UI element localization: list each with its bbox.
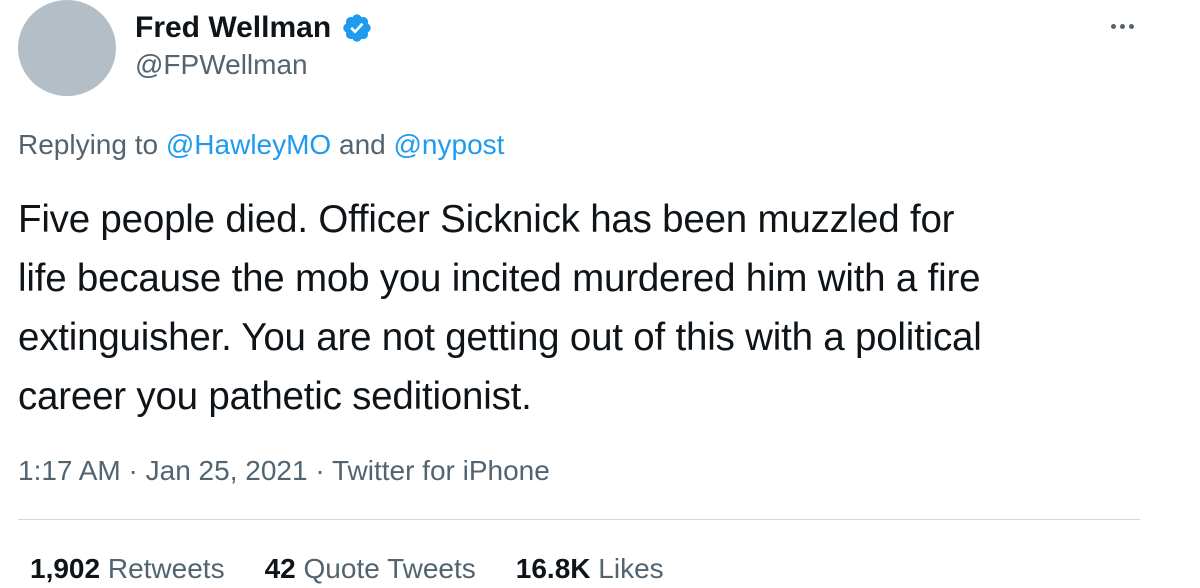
retweets-count: 1,902 — [30, 553, 101, 584]
dot — [1128, 23, 1134, 29]
tweet-stats: 1,902 Retweets 42 Quote Tweets 16.8K Lik… — [30, 550, 664, 588]
divider — [18, 519, 1140, 520]
more-options-icon[interactable] — [1100, 8, 1144, 44]
likes-stat[interactable]: 16.8K Likes — [516, 550, 664, 588]
avatar[interactable] — [18, 0, 116, 96]
mention-hawleymo-link[interactable]: @HawleyMO — [166, 129, 331, 160]
tweet-text-line: career you pathetic seditionist. — [18, 375, 532, 418]
likes-label: Likes — [598, 553, 664, 584]
quote-tweets-stat[interactable]: 42 Quote Tweets — [265, 550, 476, 588]
quote-tweets-label: Quote Tweets — [303, 553, 476, 584]
author-header: Fred Wellman — [135, 8, 373, 48]
author-handle[interactable]: @FPWellman — [135, 47, 308, 83]
replying-to-conjunction: and — [339, 129, 386, 160]
display-name[interactable]: Fred Wellman — [135, 8, 331, 48]
tweet-meta: 1:17 AM · Jan 25, 2021 · Twitter for iPh… — [18, 452, 550, 490]
retweets-stat[interactable]: 1,902 Retweets — [30, 550, 225, 588]
meta-separator: · — [315, 455, 325, 486]
replying-to-label: Replying to — [18, 129, 159, 160]
retweets-label: Retweets — [107, 553, 225, 584]
meta-separator: · — [128, 455, 138, 486]
tweet-text-line: Five people died. Officer Sicknick has b… — [18, 198, 955, 241]
tweet-date[interactable]: Jan 25, 2021 — [146, 455, 308, 486]
dot — [1110, 23, 1116, 29]
tweet-time[interactable]: 1:17 AM — [18, 455, 121, 486]
tweet-text-line: life because the mob you incited murdere… — [18, 257, 981, 300]
quote-tweets-count: 42 — [264, 553, 296, 584]
mention-nypost-link[interactable]: @nypost — [394, 129, 505, 160]
verified-badge-icon — [341, 12, 373, 44]
tweet-source-link[interactable]: Twitter for iPhone — [332, 455, 550, 486]
replying-to-line: Replying to @HawleyMO and @nypost — [18, 126, 504, 164]
likes-count: 16.8K — [515, 553, 591, 584]
tweet-text: Five people died. Officer Sicknick has b… — [18, 190, 1178, 426]
dot — [1119, 23, 1125, 29]
tweet-text-line: extinguisher. You are not getting out of… — [18, 316, 982, 359]
